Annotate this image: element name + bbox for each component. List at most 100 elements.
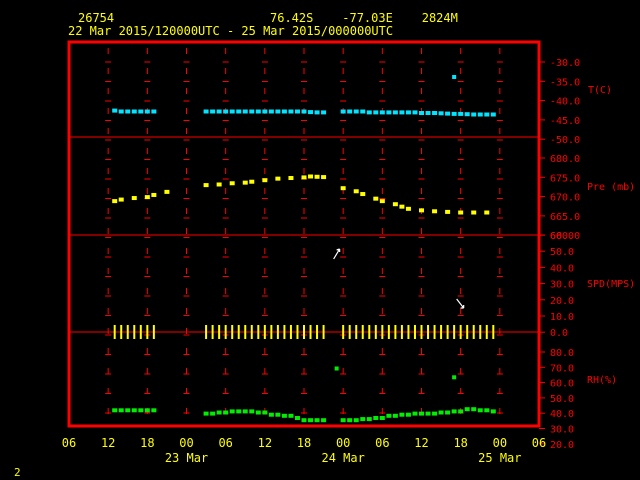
temperature-point xyxy=(347,109,353,114)
pressure-point xyxy=(379,199,385,204)
temperature-point xyxy=(425,111,431,115)
temperature-point xyxy=(229,109,235,114)
pressure-point xyxy=(445,209,451,214)
temperature-point xyxy=(216,109,222,114)
pressure-point xyxy=(144,195,150,200)
humidity-point xyxy=(229,409,235,414)
time-period: 22 Mar 2015/120000UTC - 25 Mar 2015/0000… xyxy=(68,24,393,38)
pressure-point xyxy=(203,183,209,188)
station-id: 26754 xyxy=(78,11,114,25)
pressure-point xyxy=(262,178,268,183)
y-tick-label: 20.0 xyxy=(550,440,574,451)
panel-label-temperature: T(C) xyxy=(588,85,612,96)
y-tick-label: 60.0 xyxy=(550,379,574,390)
temperature-point xyxy=(236,109,242,114)
humidity-point xyxy=(405,412,411,417)
temperature-point xyxy=(360,109,366,114)
panel-label-humidity: RH(%) xyxy=(587,375,617,386)
temperature-point xyxy=(392,110,398,115)
humidity-point xyxy=(255,410,261,415)
pressure-point xyxy=(112,199,118,204)
temperature-point xyxy=(151,109,157,114)
temperature-point xyxy=(249,109,255,114)
panel-label-pressure: Pre (mb) xyxy=(587,182,635,193)
x-tick-label: 00 xyxy=(179,436,193,450)
y-tick-label: -35.0 xyxy=(550,77,580,88)
y-tick-label: 70.0 xyxy=(550,363,574,374)
humidity-point xyxy=(438,410,444,415)
temperature-point xyxy=(452,75,457,79)
humidity-point xyxy=(118,408,124,413)
background xyxy=(0,0,640,480)
temperature-point xyxy=(412,110,418,115)
humidity-point xyxy=(484,408,490,413)
humidity-point xyxy=(347,418,353,423)
y-tick-label: 20.0 xyxy=(550,296,574,307)
pressure-point xyxy=(288,176,294,181)
pressure-point xyxy=(405,206,411,211)
temperature-point xyxy=(262,109,268,114)
x-tick-label: 12 xyxy=(414,436,428,450)
humidity-point xyxy=(288,413,294,418)
pressure-point xyxy=(321,175,327,180)
temperature-point xyxy=(451,111,457,116)
y-tick-label: 30.0 xyxy=(550,425,574,436)
temperature-point xyxy=(308,110,314,115)
humidity-point xyxy=(242,409,248,414)
temperature-point xyxy=(484,112,490,117)
pressure-point xyxy=(432,209,438,214)
humidity-point xyxy=(353,418,359,423)
pressure-point xyxy=(458,210,464,215)
temperature-point xyxy=(314,110,320,115)
x-tick-label: 06 xyxy=(375,436,389,450)
temperature-point xyxy=(281,109,287,114)
humidity-point xyxy=(294,416,300,420)
temperature-point xyxy=(301,109,307,114)
pressure-point xyxy=(151,192,157,197)
y-tick-label: 670.0 xyxy=(550,193,580,204)
temperature-point xyxy=(399,110,405,115)
y-tick-label: -50.0 xyxy=(550,135,580,146)
temperature-point xyxy=(419,111,424,115)
x-tick-label: 18 xyxy=(453,436,467,450)
humidity-point xyxy=(301,418,307,423)
pressure-point xyxy=(373,196,379,201)
humidity-point xyxy=(425,411,431,416)
pressure-point xyxy=(340,186,346,191)
y-tick-label: 50.0 xyxy=(550,247,574,258)
temperature-point xyxy=(477,112,483,117)
temperature-point xyxy=(275,109,281,114)
pressure-point xyxy=(308,174,314,179)
temperature-point xyxy=(366,110,372,115)
temperature-point xyxy=(138,109,144,114)
humidity-point xyxy=(125,408,131,413)
y-tick-label: 40.0 xyxy=(550,409,574,420)
temperature-point xyxy=(210,109,216,114)
date-label: 24 Mar xyxy=(321,451,364,465)
temperature-point xyxy=(464,112,470,117)
humidity-point xyxy=(360,417,366,422)
humidity-point xyxy=(268,412,274,417)
y-tick-label: 50.0 xyxy=(550,394,574,405)
temperature-point xyxy=(242,109,248,114)
pressure-point xyxy=(392,202,398,207)
humidity-point xyxy=(321,418,327,423)
humidity-point xyxy=(223,410,229,415)
temperature-point xyxy=(144,109,150,114)
temperature-point xyxy=(131,109,137,114)
humidity-point xyxy=(262,410,268,415)
pressure-point xyxy=(242,180,248,185)
pressure-point xyxy=(216,182,222,187)
x-tick-label: 06 xyxy=(62,436,76,450)
humidity-point xyxy=(379,416,385,420)
humidity-point xyxy=(386,413,392,418)
humidity-point xyxy=(144,408,150,413)
x-tick-label: 18 xyxy=(297,436,311,450)
x-tick-label: 12 xyxy=(258,436,272,450)
x-tick-label: 06 xyxy=(532,436,546,450)
humidity-point xyxy=(334,366,339,371)
temperature-point xyxy=(432,111,438,115)
humidity-point xyxy=(210,411,216,416)
humidity-point xyxy=(452,375,457,380)
date-label: 23 Mar xyxy=(165,451,208,465)
